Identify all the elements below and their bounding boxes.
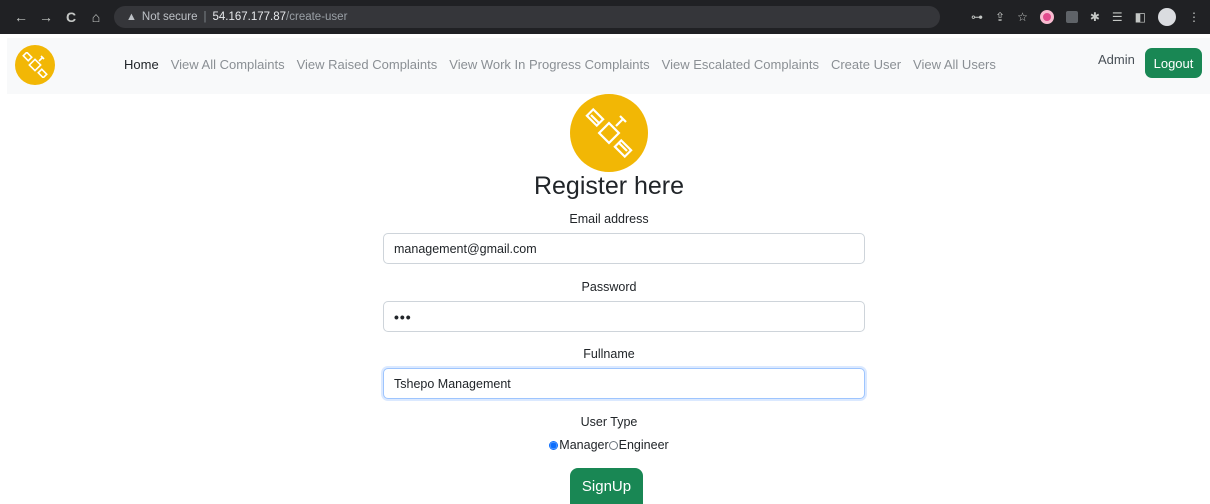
brand-logo[interactable] bbox=[15, 45, 55, 85]
signup-button[interactable]: SignUp bbox=[570, 468, 643, 504]
fullname-label: Fullname bbox=[583, 347, 635, 361]
url-path: /create-user bbox=[286, 11, 348, 23]
menu-icon[interactable]: ⋮ bbox=[1188, 10, 1200, 24]
form-logo bbox=[570, 94, 648, 172]
satellite-icon bbox=[585, 107, 633, 159]
browser-toolbar: ← → C ⌂ ▲ Not secure | 54.167.177.87 /cr… bbox=[0, 0, 1210, 34]
user-type-options: Manager Engineer bbox=[0, 438, 1210, 452]
profile-icon[interactable] bbox=[1158, 8, 1176, 26]
reload-icon[interactable]: C bbox=[60, 9, 82, 25]
email-label: Email address bbox=[569, 212, 649, 226]
satellite-icon bbox=[22, 52, 48, 78]
share-icon[interactable]: ⇪ bbox=[995, 10, 1005, 24]
fullname-field[interactable]: Tshepo Management bbox=[383, 368, 865, 399]
back-icon[interactable]: ← bbox=[10, 9, 32, 25]
address-bar[interactable]: ▲ Not secure | 54.167.177.87 /create-use… bbox=[114, 6, 940, 28]
nav-view-all-complaints[interactable]: View All Complaints bbox=[171, 57, 285, 72]
password-label: Password bbox=[581, 280, 637, 294]
nav-create-user[interactable]: Create User bbox=[831, 57, 901, 72]
nav-view-wip-complaints[interactable]: View Work In Progress Complaints bbox=[449, 57, 649, 72]
url-separator: | bbox=[203, 11, 207, 23]
logout-button[interactable]: Logout bbox=[1145, 48, 1202, 78]
user-type-label: User Type bbox=[580, 415, 638, 429]
sidebar-icon[interactable]: ◧ bbox=[1135, 10, 1146, 24]
extension-icon[interactable] bbox=[1039, 10, 1054, 24]
nav-view-raised-complaints[interactable]: View Raised Complaints bbox=[297, 57, 438, 72]
engineer-radio[interactable] bbox=[608, 441, 618, 450]
security-label: Not secure bbox=[141, 11, 198, 23]
password-field[interactable]: ••• bbox=[383, 301, 865, 332]
nav-links: Home View All Complaints View Raised Com… bbox=[124, 57, 996, 72]
home-icon[interactable]: ⌂ bbox=[85, 9, 107, 25]
manager-radio-label[interactable]: Manager bbox=[559, 438, 608, 452]
tab-search-icon[interactable]: ☰ bbox=[1112, 10, 1123, 24]
engineer-radio-label[interactable]: Engineer bbox=[619, 438, 669, 452]
nav-view-escalated-complaints[interactable]: View Escalated Complaints bbox=[662, 57, 819, 72]
nav-home[interactable]: Home bbox=[124, 57, 159, 72]
form-title: Register here bbox=[533, 172, 685, 200]
user-role-label: Admin bbox=[1098, 52, 1135, 67]
app-navbar: Home View All Complaints View Raised Com… bbox=[7, 38, 1210, 94]
email-field[interactable]: management@gmail.com bbox=[383, 233, 865, 264]
url-host: 54.167.177.87 bbox=[212, 11, 287, 23]
extension-gray-icon[interactable] bbox=[1065, 11, 1078, 23]
warning-icon: ▲ bbox=[126, 11, 137, 23]
star-icon[interactable]: ☆ bbox=[1017, 10, 1028, 24]
manager-radio[interactable] bbox=[549, 441, 559, 450]
key-icon[interactable]: ⊶ bbox=[971, 10, 983, 24]
puzzle-icon[interactable]: ✱ bbox=[1090, 10, 1100, 24]
nav-view-all-users[interactable]: View All Users bbox=[913, 57, 996, 72]
forward-icon[interactable]: → bbox=[35, 9, 57, 25]
